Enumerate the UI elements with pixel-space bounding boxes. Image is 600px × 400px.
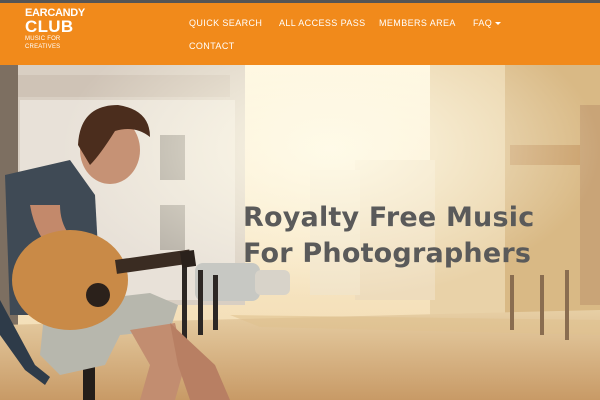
caret-down-icon: [495, 22, 502, 26]
logo-main-text: CLUB: [25, 17, 74, 36]
hero-title-line-2: For Photographers: [243, 238, 532, 269]
nav-quick-search[interactable]: QUICK SEARCH: [189, 18, 262, 28]
nav-contact[interactable]: CONTACT: [189, 41, 235, 51]
nav-faq-label: FAQ: [473, 18, 493, 28]
nav-all-access-pass[interactable]: ALL ACCESS PASS: [279, 18, 366, 28]
nav-faq-dropdown[interactable]: FAQ: [473, 18, 502, 28]
navbar: EARCANDY CLUB MUSIC FOR CREATIVES QUICK …: [0, 3, 600, 65]
hero-title-line-1: Royalty Free Music: [243, 202, 535, 233]
site-logo[interactable]: EARCANDY CLUB MUSIC FOR CREATIVES: [25, 8, 97, 51]
logo-tagline: MUSIC FOR CREATIVES: [25, 36, 61, 50]
hero-banner: Royalty Free Music For Photographers: [0, 65, 600, 400]
nav-members-area[interactable]: MEMBERS AREA: [379, 18, 456, 28]
hero-title: Royalty Free Music For Photographers: [243, 200, 534, 272]
